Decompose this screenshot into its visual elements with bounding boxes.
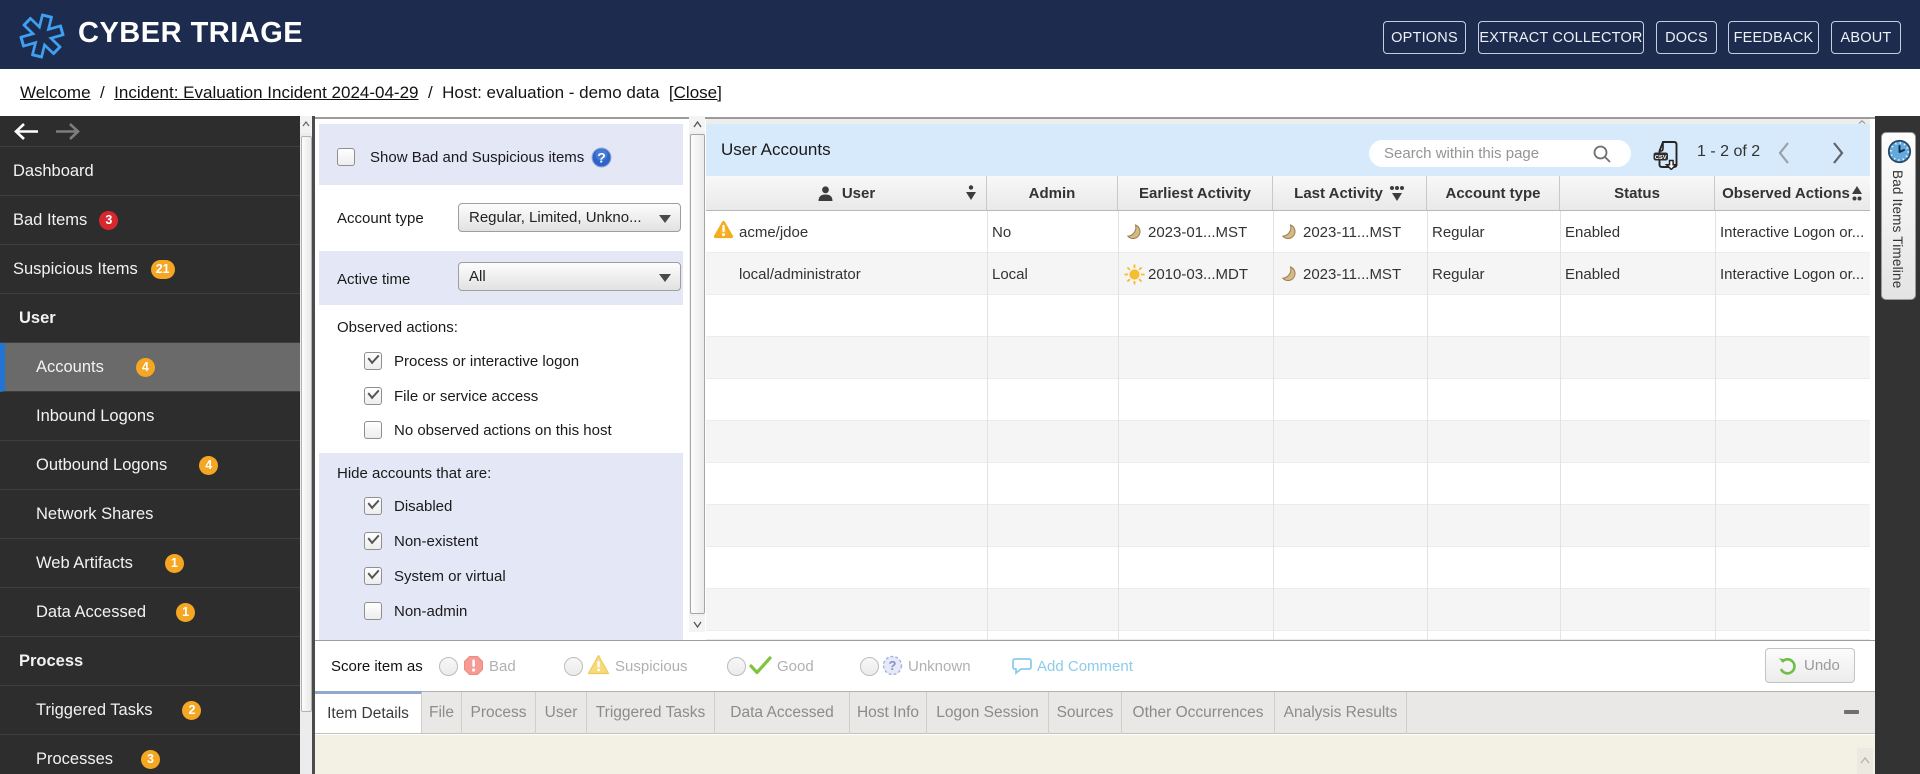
svg-text:CSV: CSV	[1655, 155, 1667, 161]
svg-text:?: ?	[889, 658, 897, 673]
svg-text:?: ?	[597, 150, 606, 166]
